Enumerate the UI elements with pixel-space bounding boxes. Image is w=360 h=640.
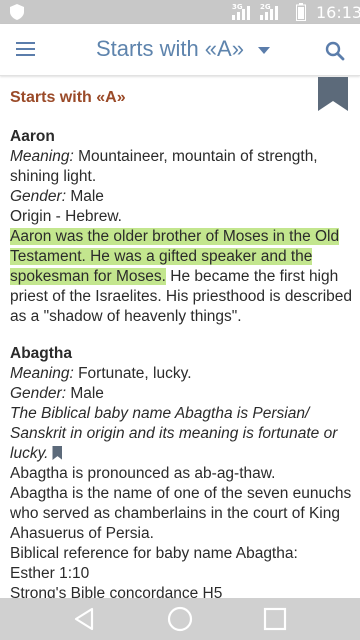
clock: 16:13 <box>316 3 360 22</box>
entry-note: The Biblical baby name Abagtha is Persia… <box>10 404 355 464</box>
recent-square-icon <box>263 607 287 631</box>
gender-label: Gender: <box>10 385 67 402</box>
names-list[interactable]: Starts with «A» Aaron Meaning: Mountaine… <box>0 77 360 598</box>
gender-value: Male <box>70 385 104 402</box>
app-bar: Starts with «A» <box>0 24 360 76</box>
gender-value: Male <box>70 188 104 205</box>
section-heading: Starts with «A» <box>10 89 126 106</box>
back-button[interactable] <box>70 604 100 634</box>
category-dropdown-button[interactable] <box>254 38 274 62</box>
search-icon <box>325 41 345 61</box>
entry-meaning: Meaning: Fortunate, lucky. <box>10 364 355 384</box>
bookmark-small-icon[interactable] <box>52 446 63 460</box>
entry-reference: Esther 1:10 <box>10 565 90 582</box>
entry-description[interactable]: Aaron was the older brother of Moses in … <box>10 227 355 327</box>
recent-apps-button[interactable] <box>260 604 290 634</box>
shield-icon <box>10 4 24 20</box>
entry-gender: Gender: Male <box>10 384 355 404</box>
name-entry-abagtha[interactable]: Abagtha Meaning: Fortunate, lucky. Gende… <box>10 344 355 598</box>
meaning-label: Meaning: <box>10 148 74 165</box>
entry-concordance: Strong's Bible concordance H5 <box>10 585 223 598</box>
entry-meaning: Meaning: Mountaineer, mountain of streng… <box>10 147 355 187</box>
gender-label: Gender: <box>10 188 67 205</box>
system-nav-bar <box>0 598 360 640</box>
entry-name: Abagtha <box>10 345 72 362</box>
home-button[interactable] <box>165 604 195 634</box>
battery-icon <box>296 3 306 21</box>
entry-name: Aaron <box>10 128 55 145</box>
entry-origin: Origin - Hebrew. <box>10 208 122 225</box>
status-bar: 3G 2G 16:13 <box>0 0 360 24</box>
entry-description: Abagtha is the name of one of the seven … <box>10 485 352 542</box>
signal-3g-icon: 3G <box>232 3 254 20</box>
page-title[interactable]: Starts with «A» <box>96 36 244 62</box>
entry-reference-label: Biblical reference for baby name Abagtha… <box>10 545 298 562</box>
entry-gender: Gender: Male <box>10 187 355 207</box>
signal-2g-icon: 2G <box>260 3 282 20</box>
search-button[interactable] <box>320 36 350 66</box>
meaning-label: Meaning: <box>10 365 74 382</box>
entry-pronunciation: Abagtha is pronounced as ab-ag-thaw. <box>10 465 276 482</box>
menu-button[interactable] <box>8 32 44 68</box>
home-circle-icon <box>167 606 193 632</box>
back-triangle-icon <box>74 607 94 631</box>
meaning-value: Fortunate, lucky. <box>78 365 192 382</box>
caret-down-icon <box>258 47 270 54</box>
bookmark-icon[interactable] <box>318 77 348 111</box>
name-entry-aaron[interactable]: Aaron Meaning: Mountaineer, mountain of … <box>10 127 355 327</box>
